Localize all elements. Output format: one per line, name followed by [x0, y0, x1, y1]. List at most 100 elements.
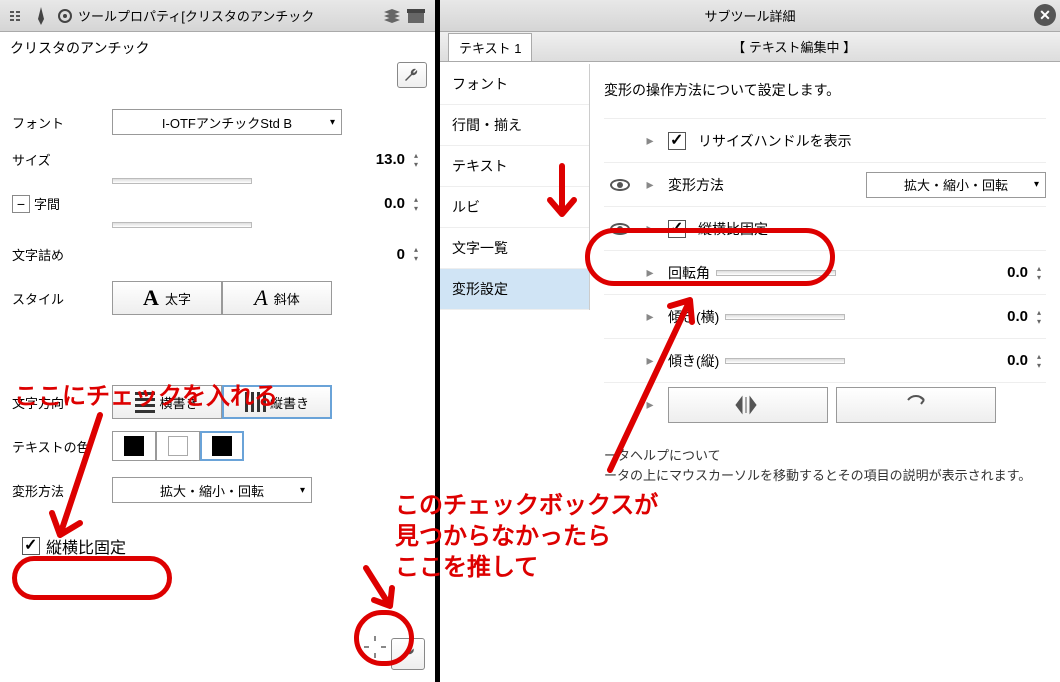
keep-ratio-label-left: 縦横比固定 [46, 534, 126, 558]
cat-text[interactable]: テキスト [440, 146, 589, 187]
size-stepper[interactable] [409, 149, 423, 171]
left-titlebar: ツールプロパティ[クリスタのアンチック [0, 0, 435, 32]
expand-icon[interactable]: ▸ [636, 176, 664, 193]
tracking-slider[interactable] [112, 222, 252, 228]
visibility-eye[interactable] [604, 179, 636, 191]
cat-transform[interactable]: 変形設定 [440, 269, 589, 310]
skew-h-label: 傾き(横) [668, 307, 719, 327]
font-dropdown[interactable]: I-OTFアンチックStd B [112, 109, 342, 135]
color-swatch-1[interactable] [112, 431, 156, 461]
cat-ruby[interactable]: ルビ [440, 187, 589, 228]
category-list: フォント 行間・揃え テキスト ルビ 文字一覧 変形設定 [440, 64, 590, 310]
tracking-stepper[interactable] [409, 193, 423, 215]
tracking-expand-icon[interactable]: − [12, 195, 30, 213]
tsume-value[interactable]: 0 [355, 246, 405, 263]
transform-label: 変形方法 [12, 481, 112, 500]
skew-h-row: ▸ 傾き(横) 0.0 [604, 294, 1046, 338]
tsume-label: 文字詰め [12, 245, 112, 264]
bold-button[interactable]: A太字 [112, 281, 222, 315]
skew-h-slider[interactable] [725, 314, 845, 320]
tsume-row: 文字詰め 0 [12, 234, 423, 274]
rotation-stepper[interactable] [1032, 262, 1046, 284]
skew-v-label: 傾き(縦) [668, 351, 719, 371]
style-row: スタイル A太字 A斜体 [12, 278, 423, 318]
expand-icon[interactable]: ▸ [636, 308, 664, 325]
expand-icon[interactable]: ▸ [636, 132, 664, 149]
resize-handle-checkbox[interactable] [668, 132, 686, 150]
color-swatch-3[interactable] [200, 431, 244, 461]
keep-ratio-row-left: 縦横比固定 [10, 528, 435, 564]
flip-row: ▸ [604, 382, 1046, 426]
help-text: ータヘルプについて ータの上にマウスカーソルを移動するとその項目の説明が表示され… [604, 446, 1046, 485]
size-label: サイズ [12, 150, 112, 169]
eye-icon [610, 179, 630, 191]
right-body: 変形の操作方法について設定します。 ▸ リサイズハンドルを表示 ▸ 変形方法 拡… [590, 64, 1060, 682]
tsume-stepper[interactable] [409, 243, 423, 265]
keep-ratio-row-right: ▸ 縦横比固定 [604, 206, 1046, 250]
skew-v-value[interactable]: 0.0 [978, 352, 1028, 369]
direction-label: 文字方向 [12, 393, 112, 412]
size-row: サイズ 13.0 [12, 146, 423, 186]
font-row: フォント I-OTFアンチックStd B [12, 102, 423, 142]
size-slider[interactable] [112, 178, 252, 184]
color-swatch-2[interactable] [156, 431, 200, 461]
tracking-value[interactable]: 0.0 [355, 195, 405, 212]
expand-icon[interactable]: ▸ [636, 264, 664, 281]
keep-ratio-label-right: 縦横比固定 [698, 219, 768, 239]
horizontal-button[interactable]: 横書き [112, 385, 222, 419]
cat-charlist[interactable]: 文字一覧 [440, 228, 589, 269]
keep-ratio-checkbox-left[interactable] [22, 537, 40, 555]
grip-icon[interactable] [6, 5, 28, 27]
visibility-eye[interactable] [604, 223, 636, 235]
expand-icon[interactable]: ▸ [636, 220, 664, 237]
rotation-row: ▸ 回転角 0.0 [604, 250, 1046, 294]
subtool-detail-panel: サブツール詳細 ✕ テキスト 1 【 テキスト編集中 】 フォント 行間・揃え … [440, 0, 1060, 682]
keep-ratio-checkbox-right[interactable] [668, 220, 686, 238]
clapper-icon[interactable] [405, 5, 427, 27]
editing-status: 【 テキスト編集中 】 [536, 37, 1052, 56]
right-subtitle-row: テキスト 1 【 テキスト編集中 】 [440, 32, 1060, 62]
style-label: スタイル [12, 289, 112, 308]
italic-button[interactable]: A斜体 [222, 281, 332, 315]
wrench-button-bottom[interactable] [391, 638, 425, 670]
stack-icon[interactable] [381, 5, 403, 27]
tool-name-text: クリスタのアンチック [10, 40, 149, 56]
tracking-label: 字間 [34, 194, 114, 213]
skew-v-stepper[interactable] [1032, 350, 1046, 372]
font-label: フォント [12, 113, 112, 132]
left-title: ツールプロパティ[クリスタのアンチック [78, 6, 314, 25]
method-dropdown[interactable]: 拡大・縮小・回転 [866, 172, 1046, 198]
skew-v-slider[interactable] [725, 358, 845, 364]
wrench-button-top[interactable] [397, 62, 427, 88]
text-color-row: テキストの色 [12, 426, 423, 466]
method-label: 変形方法 [668, 175, 724, 195]
gear-icon[interactable] [54, 5, 76, 27]
text-color-label: テキストの色 [12, 437, 112, 456]
vertical-button[interactable]: 縦書き [222, 385, 332, 419]
skew-h-value[interactable]: 0.0 [978, 308, 1028, 325]
expand-icon[interactable]: ▸ [636, 396, 664, 413]
cat-line[interactable]: 行間・揃え [440, 105, 589, 146]
flip-vertical-button[interactable] [836, 387, 996, 423]
transform-row: 変形方法 拡大・縮小・回転 [12, 470, 423, 510]
direction-row: 文字方向 横書き 縦書き [12, 382, 423, 422]
eye-icon [610, 223, 630, 235]
right-titlebar: サブツール詳細 ✕ [440, 0, 1060, 32]
size-value[interactable]: 13.0 [355, 151, 405, 168]
transform-dropdown[interactable]: 拡大・縮小・回転 [112, 477, 312, 503]
text-tab[interactable]: テキスト 1 [448, 33, 532, 61]
rotation-value[interactable]: 0.0 [978, 264, 1028, 281]
resize-handle-row: ▸ リサイズハンドルを表示 [604, 118, 1046, 162]
loading-icon [363, 635, 387, 664]
skew-h-stepper[interactable] [1032, 306, 1046, 328]
rotation-slider[interactable] [716, 270, 836, 276]
flip-horizontal-button[interactable] [668, 387, 828, 423]
right-title: サブツール詳細 [704, 6, 795, 25]
skew-v-row: ▸ 傾き(縦) 0.0 [604, 338, 1046, 382]
expand-icon[interactable]: ▸ [636, 352, 664, 369]
tool-property-panel: ツールプロパティ[クリスタのアンチック クリスタのアンチック フォント I-OT… [0, 0, 435, 682]
tool-name-row: クリスタのアンチック [0, 32, 435, 64]
close-button[interactable]: ✕ [1034, 4, 1056, 26]
tracking-row: − 字間 0.0 [12, 190, 423, 230]
cat-font[interactable]: フォント [440, 64, 589, 105]
